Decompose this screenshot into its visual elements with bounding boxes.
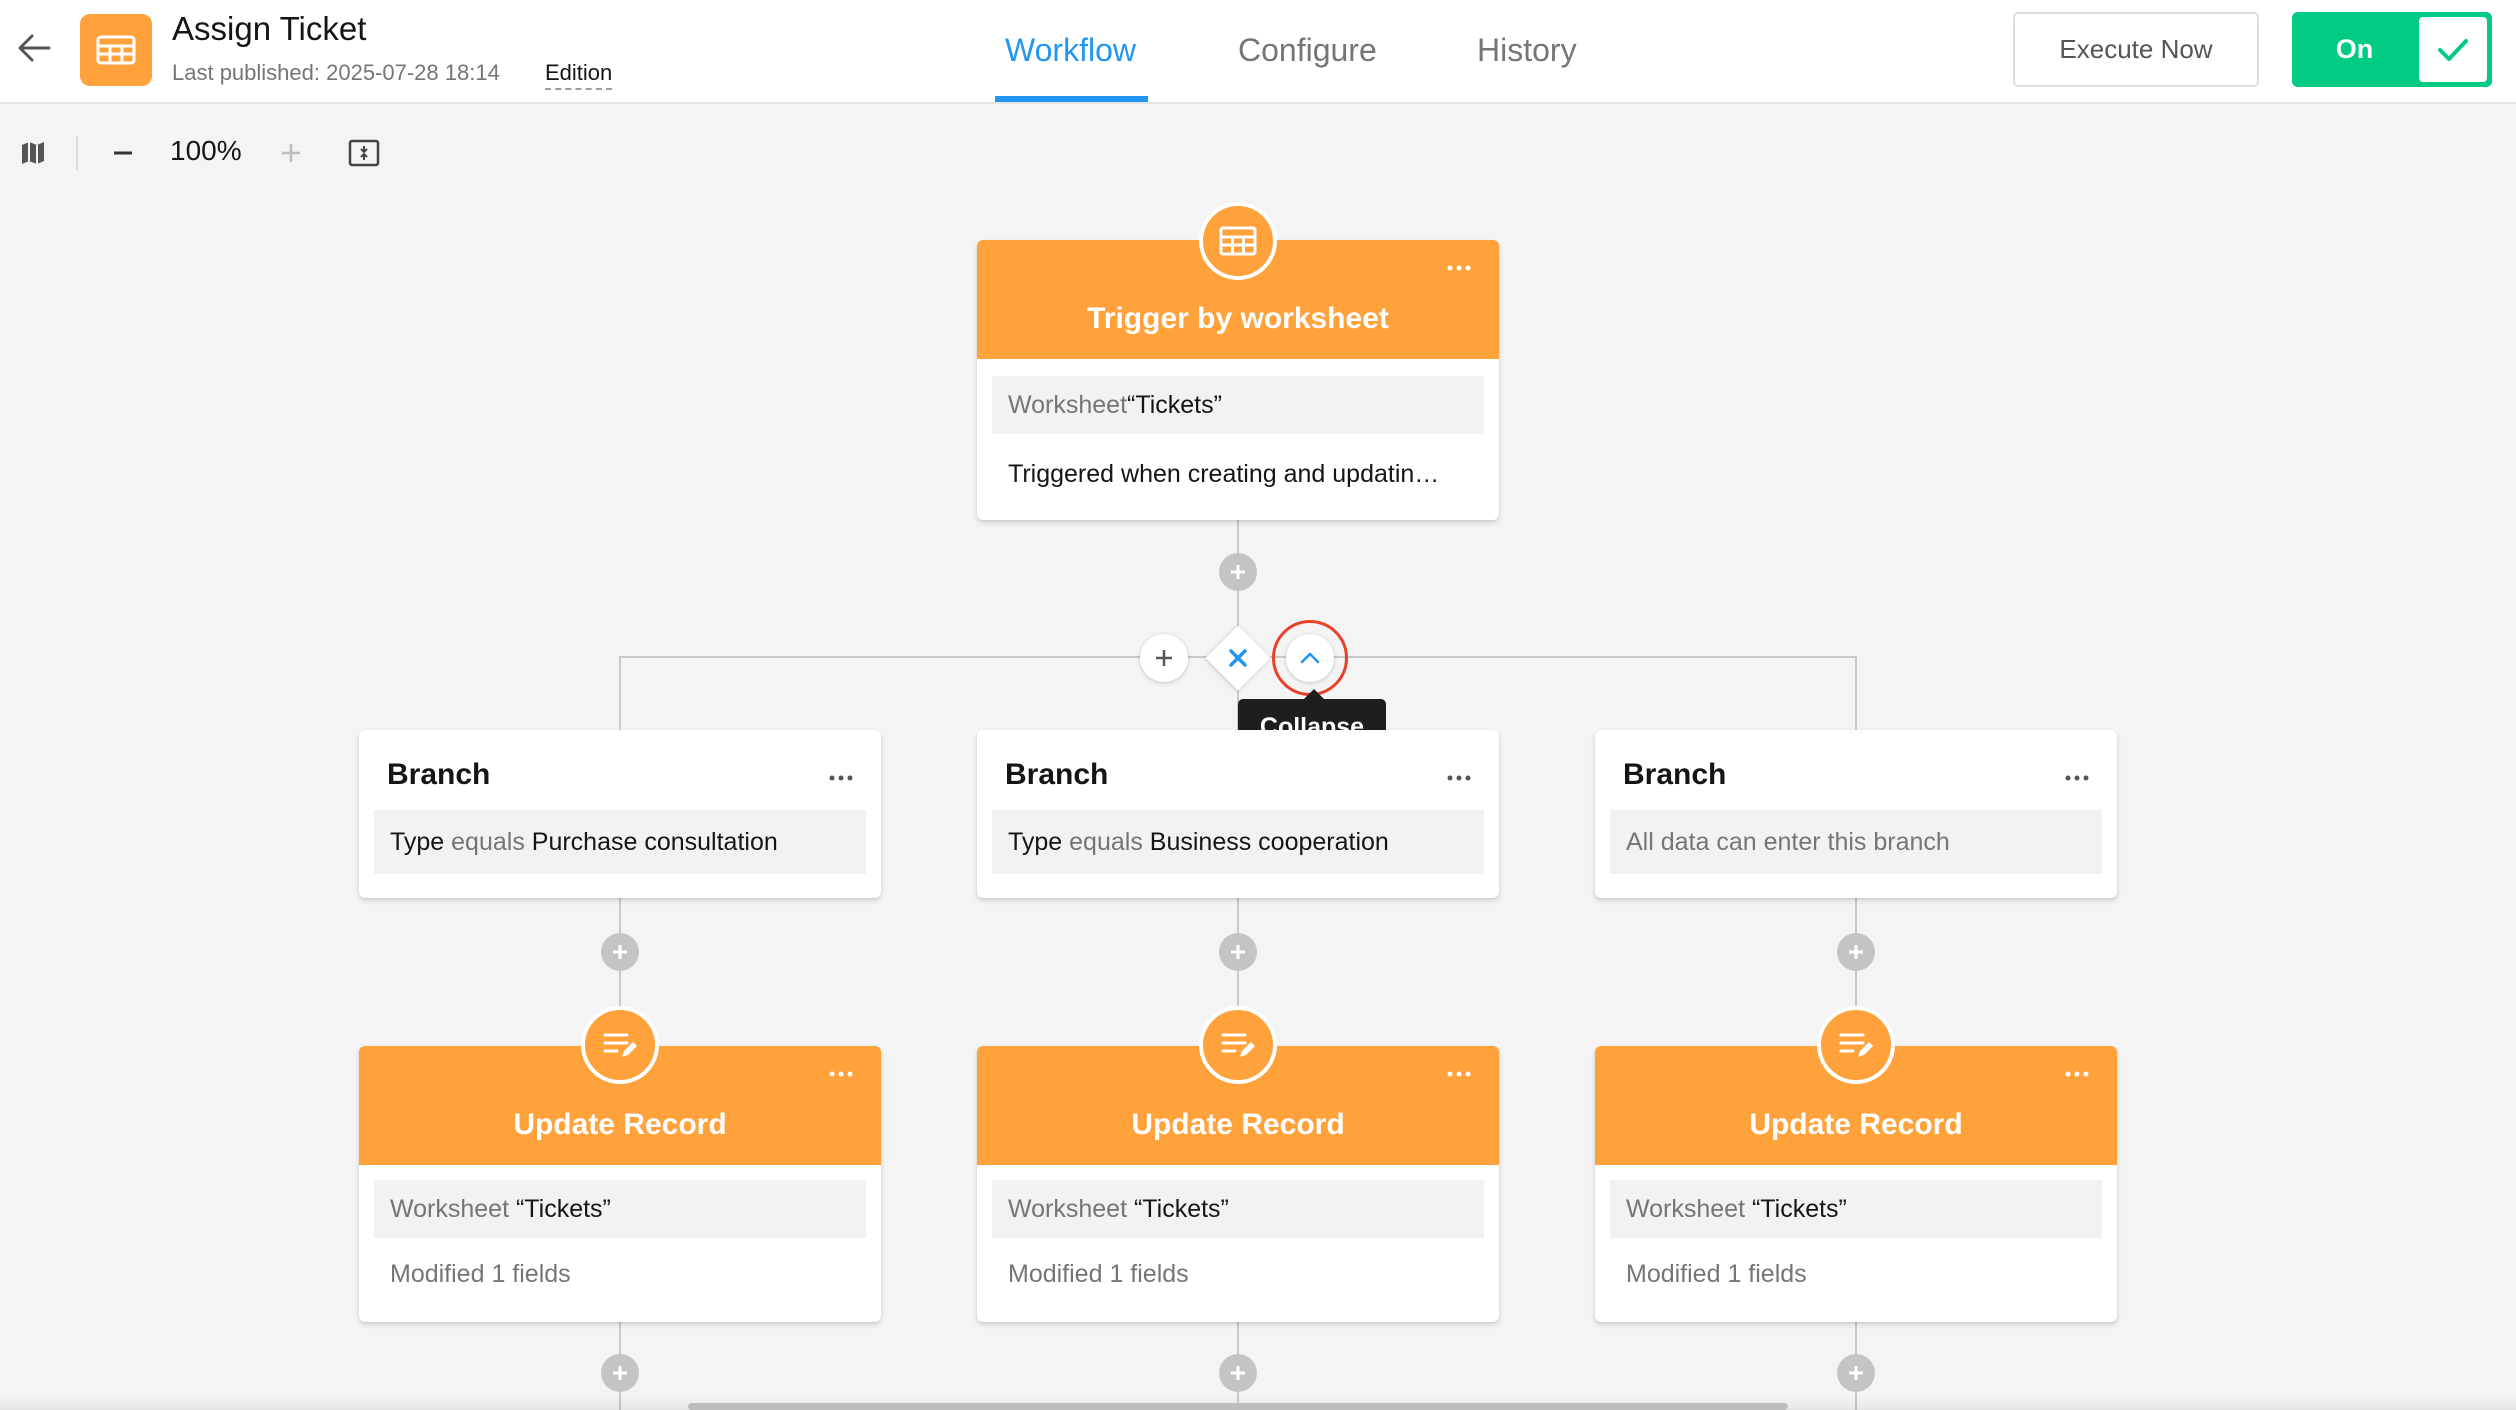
trigger-node-title: Trigger by worksheet [1087,302,1389,335]
toggle-label: On [2335,34,2374,64]
worksheet-key: Worksheet [390,1194,510,1223]
add-node-plus-icon[interactable] [601,933,639,971]
action-worksheet-row: Worksheet “Tickets” [374,1180,866,1238]
table-icon [1199,202,1277,280]
tab-history[interactable]: History [1477,32,1577,69]
action-node-title: Update Record [1131,1108,1345,1141]
condition-field: Type [390,827,445,856]
action-node-card-2[interactable]: Update Record Worksheet “Tickets” Modifi… [977,1046,1499,1322]
worksheet-value: “Tickets” [1133,1194,1229,1223]
branch-card-1[interactable]: Branch Type equals Purchase consultation [359,730,881,898]
zoom-in-icon[interactable] [274,136,308,170]
trigger-node-card[interactable]: Trigger by worksheet Worksheet “Tickets” … [977,240,1499,520]
worksheet-key: Worksheet [1008,1194,1128,1223]
action-worksheet-row: Worksheet “Tickets” [992,1180,1484,1238]
add-node-plus-icon[interactable] [1219,933,1257,971]
branch-title: Branch [1623,758,1727,791]
condition-field: Type [1008,827,1063,856]
top-header: Assign Ticket Last published: 2025-07-28… [0,0,2516,104]
condition-operator: equals [1069,827,1143,856]
trigger-worksheet-row: Worksheet “Tickets” [992,376,1484,434]
edit-list-icon [581,1006,659,1084]
close-icon[interactable] [1222,642,1254,674]
check-icon [2419,17,2487,82]
edit-list-icon [1817,1006,1895,1084]
action-node-card-3[interactable]: Update Record Worksheet “Tickets” Modifi… [1595,1046,2117,1322]
worksheet-value: “Tickets” [515,1194,611,1223]
workflow-title: Assign Ticket [172,10,367,47]
toolbar-divider [76,136,78,170]
condition-value: Purchase consultation [531,827,778,856]
worksheet-value: “Tickets” [1751,1194,1847,1223]
fit-screen-icon[interactable] [346,135,382,171]
more-options-icon[interactable] [821,766,861,790]
add-node-plus-icon[interactable] [1219,1354,1257,1392]
action-worksheet-row: Worksheet “Tickets” [1610,1180,2102,1238]
branch-title: Branch [1005,758,1109,791]
branch-condition-row: Type equals Purchase consultation [374,810,866,874]
action-node-title: Update Record [1749,1108,1963,1141]
last-published-text: Last published: 2025-07-28 18:14 [172,60,500,85]
action-summary: Modified 1 fields [390,1260,571,1288]
add-node-plus-icon[interactable] [601,1354,639,1392]
connector-line [619,656,621,730]
add-branch-plus-icon[interactable] [1140,634,1188,682]
condition-value: Business cooperation [1149,827,1389,856]
add-node-plus-icon[interactable] [1837,1354,1875,1392]
more-options-icon[interactable] [1439,1062,1479,1086]
worksheet-key: Worksheet [1008,390,1128,419]
action-node-title: Update Record [513,1108,727,1141]
edit-list-icon [1199,1006,1277,1084]
more-options-icon[interactable] [2057,766,2097,790]
active-tab-indicator [995,96,1148,102]
branch-note: All data can enter this branch [1626,827,1950,856]
map-icon[interactable] [16,136,50,170]
zoom-level: 100% [170,135,242,166]
execute-now-button[interactable]: Execute Now [2013,12,2259,87]
branch-condition-row: Type equals Business cooperation [992,810,1484,874]
on-off-toggle[interactable]: On [2292,12,2492,87]
connector-line [1855,656,1857,730]
more-options-icon[interactable] [1439,256,1479,280]
branch-card-3[interactable]: Branch All data can enter this branch [1595,730,2117,898]
back-arrow-icon[interactable] [14,28,54,68]
tooltip-arrow [1304,689,1324,699]
action-summary: Modified 1 fields [1008,1260,1189,1288]
zoom-out-icon[interactable] [106,136,140,170]
tab-workflow[interactable]: Workflow [1005,32,1136,69]
edition-link[interactable]: Edition [545,60,613,90]
branch-title: Branch [387,758,491,791]
worksheet-app-icon [80,14,152,86]
add-node-plus-icon[interactable] [1837,933,1875,971]
action-summary: Modified 1 fields [1626,1260,1807,1288]
add-node-plus-icon[interactable] [1219,553,1257,591]
more-options-icon[interactable] [2057,1062,2097,1086]
condition-operator: equals [451,827,525,856]
horizontal-scrollbar[interactable] [688,1403,1788,1410]
branch-condition-row: All data can enter this branch [1610,810,2102,874]
worksheet-key: Worksheet [1626,1194,1746,1223]
more-options-icon[interactable] [821,1062,861,1086]
tab-configure[interactable]: Configure [1238,32,1377,69]
highlight-ring [1272,620,1348,696]
action-node-card-1[interactable]: Update Record Worksheet “Tickets” Modifi… [359,1046,881,1322]
trigger-description: Triggered when creating and updatin… [1008,460,1440,488]
more-options-icon[interactable] [1439,766,1479,790]
branch-card-2[interactable]: Branch Type equals Business cooperation [977,730,1499,898]
worksheet-value: “Tickets” [1127,390,1222,419]
